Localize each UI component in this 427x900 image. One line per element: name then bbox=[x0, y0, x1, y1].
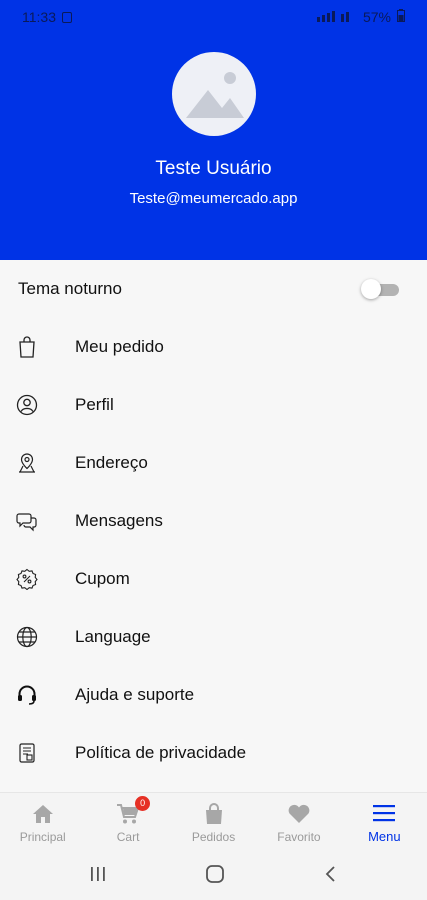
image-placeholder-icon bbox=[186, 72, 244, 118]
menu-item-privacidade[interactable]: Política de privacidade bbox=[0, 724, 427, 782]
home-icon bbox=[31, 802, 55, 826]
document-icon bbox=[16, 742, 38, 764]
nav-item-menu[interactable]: Menu bbox=[342, 793, 427, 852]
back-icon[interactable] bbox=[324, 865, 338, 888]
menu-item-language[interactable]: Language bbox=[0, 608, 427, 666]
menu-list: Tema noturno Meu pedido Perfil Endereço … bbox=[0, 260, 427, 792]
menu-item-meu-pedido[interactable]: Meu pedido bbox=[0, 318, 427, 376]
cart-badge: 0 bbox=[135, 795, 151, 811]
menu-item-label: Meu pedido bbox=[75, 337, 164, 356]
menu-item-ajuda[interactable]: Ajuda e suporte bbox=[0, 666, 427, 724]
nav-item-principal[interactable]: Principal bbox=[0, 793, 85, 852]
nav-label: Cart bbox=[116, 829, 140, 844]
headset-icon bbox=[16, 684, 38, 706]
profile-header: Teste Usuário Teste@meumercado.app bbox=[0, 34, 427, 260]
nav-label: Principal bbox=[19, 829, 66, 844]
menu-item-cupom[interactable]: Cupom bbox=[0, 550, 427, 608]
user-email: Teste@meumercado.app bbox=[129, 190, 298, 207]
notification-icon bbox=[62, 11, 72, 23]
status-time: 11:33 bbox=[22, 9, 56, 25]
location-pin-icon bbox=[16, 452, 38, 474]
dark-mode-toggle[interactable] bbox=[361, 279, 399, 299]
user-circle-icon bbox=[16, 394, 38, 416]
bottom-nav: Principal 0 Cart Pedidos Favorito Menu bbox=[0, 792, 427, 852]
coupon-icon bbox=[16, 568, 38, 590]
home-button-icon[interactable] bbox=[205, 864, 225, 889]
menu-item-label: Política de privacidade bbox=[75, 743, 247, 762]
nav-item-cart[interactable]: 0 Cart bbox=[85, 793, 170, 852]
globe-icon bbox=[16, 626, 38, 648]
status-bar: 11:33 57% bbox=[0, 0, 427, 34]
nav-item-favorito[interactable]: Favorito bbox=[256, 793, 341, 852]
status-battery: 57% bbox=[362, 9, 391, 25]
dark-mode-row: Tema noturno bbox=[0, 260, 427, 318]
user-name: Teste Usuário bbox=[155, 158, 272, 179]
nav-label: Pedidos bbox=[191, 829, 236, 844]
menu-item-mensagens[interactable]: Mensagens bbox=[0, 492, 427, 550]
battery-icon bbox=[397, 9, 405, 25]
menu-icon bbox=[372, 801, 396, 825]
bag-icon bbox=[202, 802, 226, 826]
chat-bubbles-icon bbox=[16, 510, 38, 532]
menu-item-label: Mensagens bbox=[75, 511, 163, 530]
menu-item-endereco[interactable]: Endereço bbox=[0, 434, 427, 492]
shopping-bag-icon bbox=[16, 336, 38, 358]
menu-item-label: Language bbox=[75, 627, 151, 646]
menu-item-label: Endereço bbox=[75, 453, 148, 472]
nav-label: Menu bbox=[368, 829, 401, 844]
heart-icon bbox=[287, 802, 311, 826]
nav-item-pedidos[interactable]: Pedidos bbox=[171, 793, 256, 852]
menu-item-label: Perfil bbox=[75, 395, 114, 414]
cart-icon: 0 bbox=[116, 795, 151, 826]
menu-item-label: Cupom bbox=[75, 569, 130, 588]
nav-label: Favorito bbox=[277, 829, 321, 844]
dark-mode-label: Tema noturno bbox=[18, 279, 122, 298]
avatar[interactable] bbox=[172, 52, 256, 136]
menu-item-label: Ajuda e suporte bbox=[75, 685, 195, 704]
recent-apps-icon[interactable] bbox=[89, 866, 107, 887]
system-nav-bar bbox=[0, 852, 427, 900]
signal-icon bbox=[316, 9, 357, 25]
menu-item-perfil[interactable]: Perfil bbox=[0, 376, 427, 434]
